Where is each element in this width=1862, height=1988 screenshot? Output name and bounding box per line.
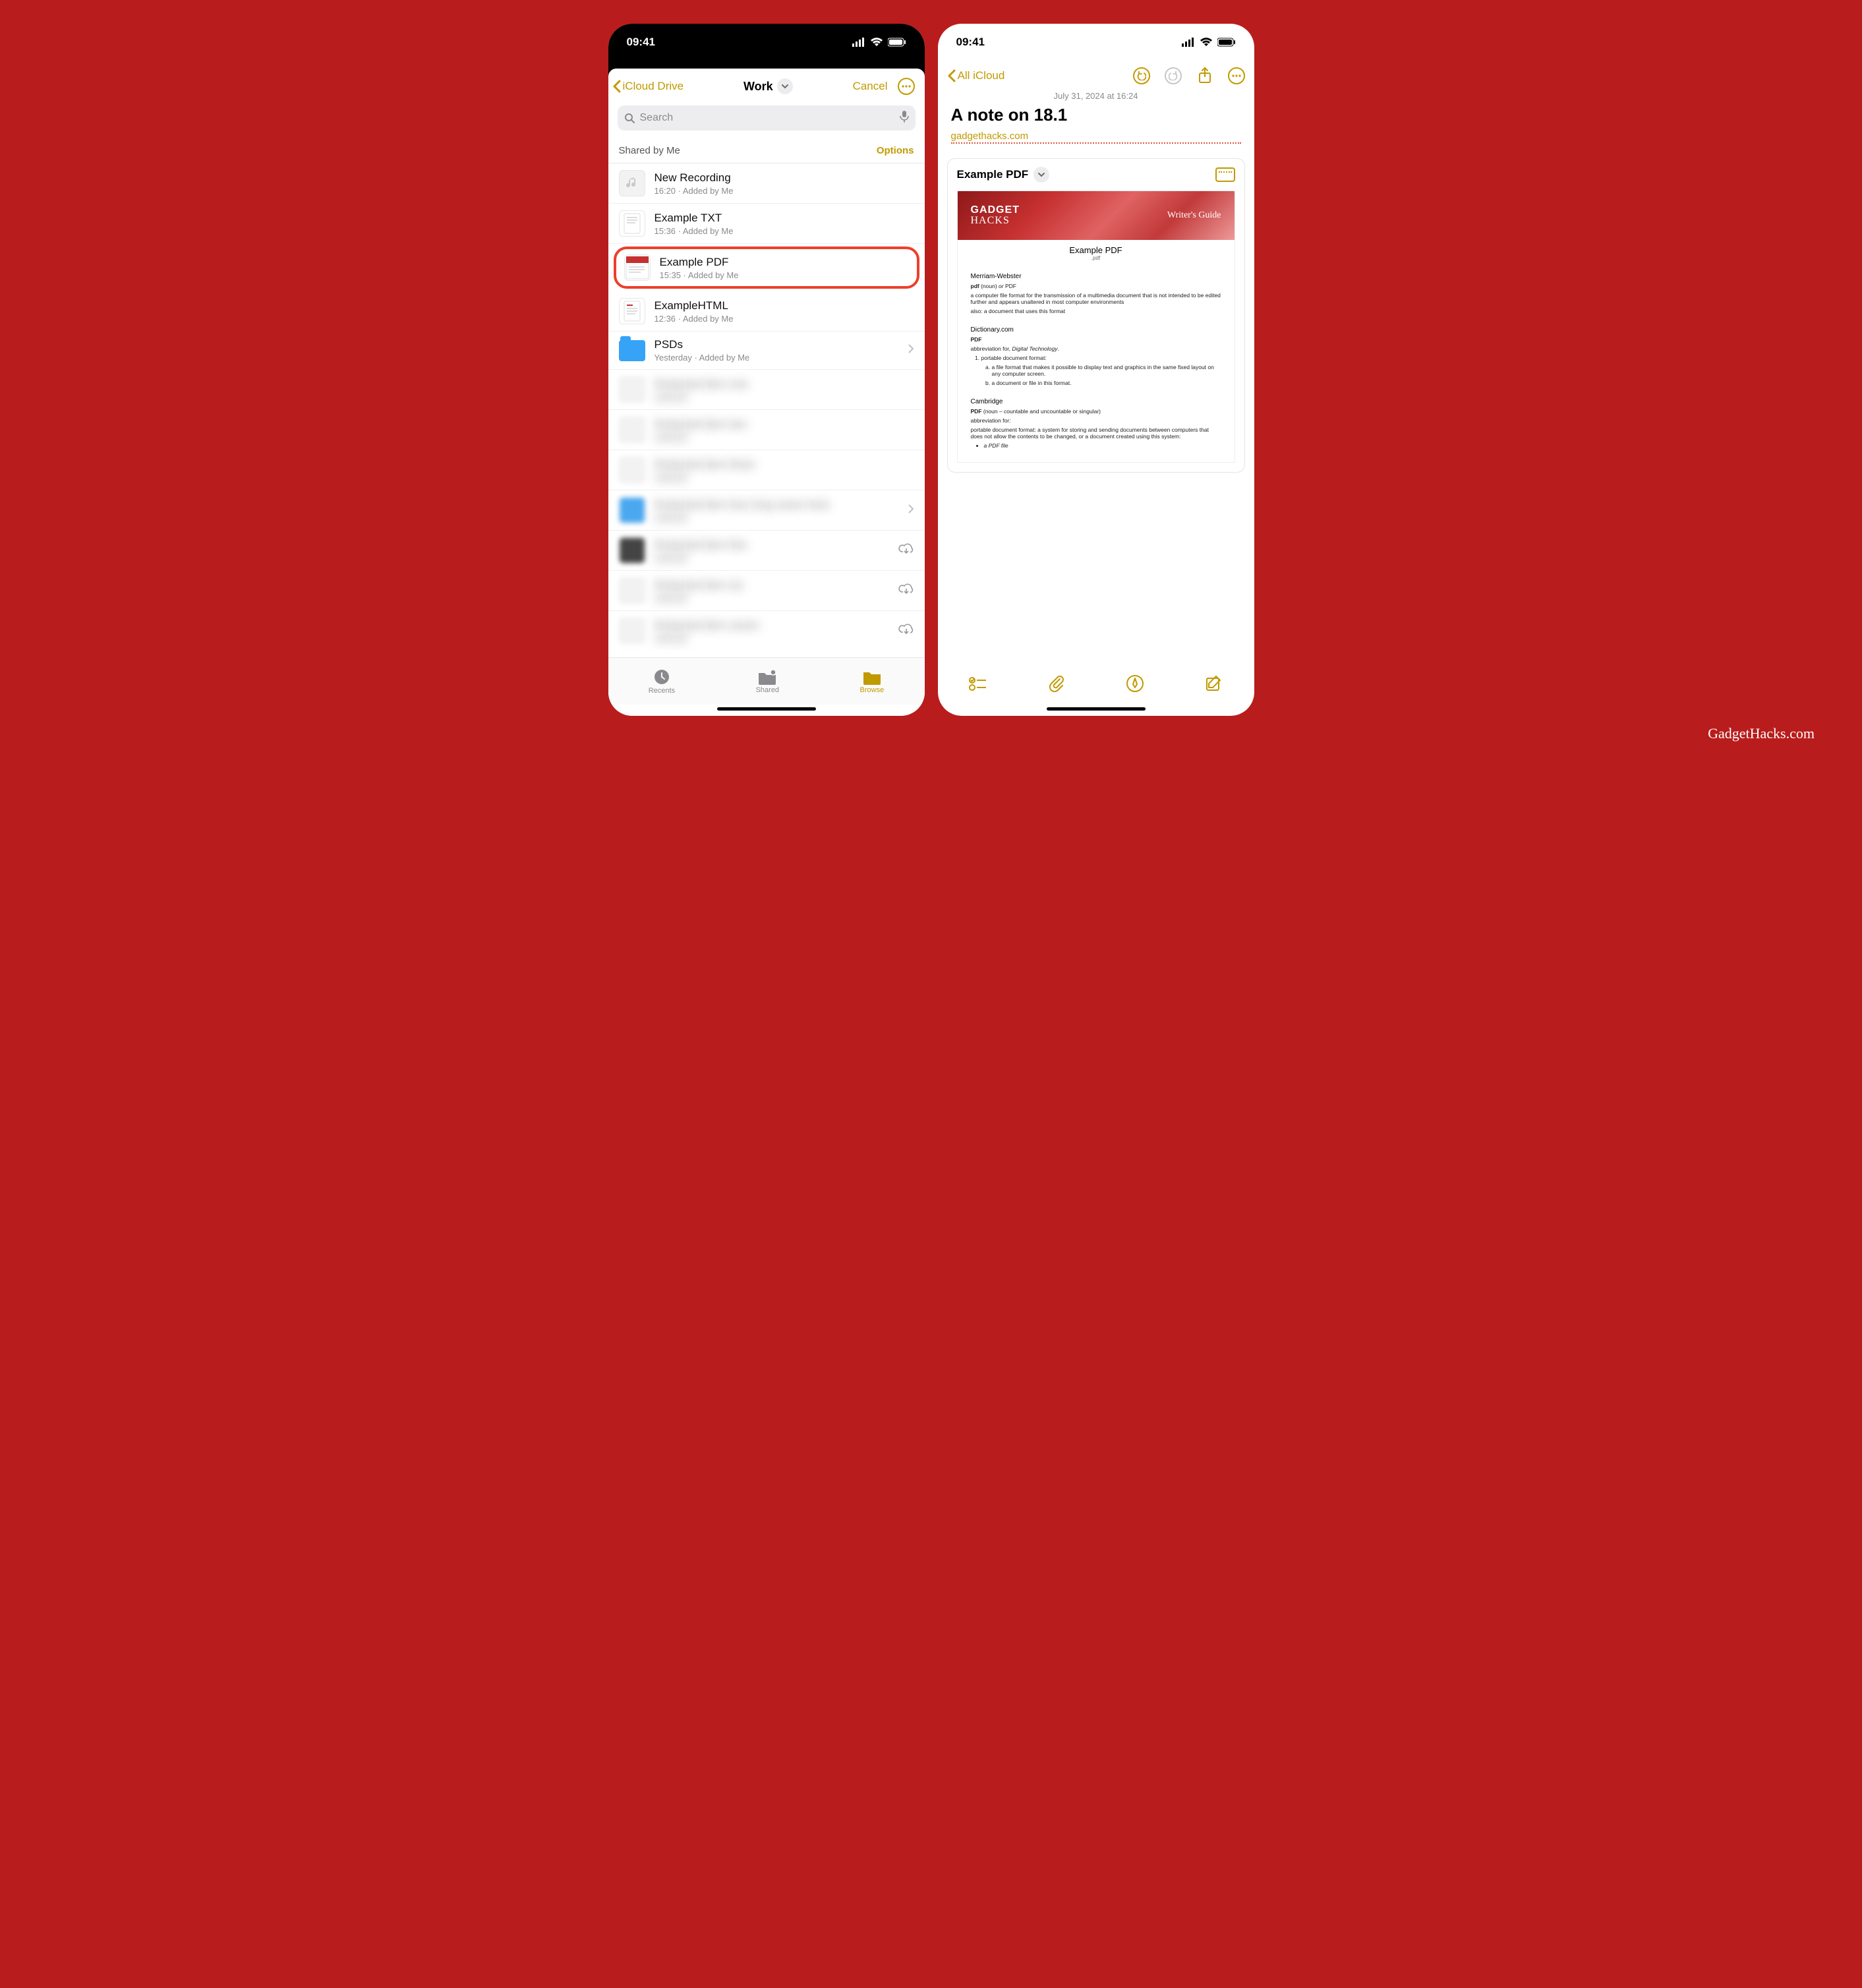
share-button[interactable]: [1196, 67, 1213, 84]
back-label: All iCloud: [958, 69, 1005, 82]
markup-button[interactable]: [1126, 675, 1144, 695]
pdf-preview[interactable]: GADGET HACKS Writer's Guide Example PDF …: [957, 190, 1235, 463]
pdf-doc-title: Example PDF: [971, 245, 1221, 255]
view-mode-icon[interactable]: [1215, 167, 1235, 182]
tab-recents[interactable]: Recents: [649, 668, 675, 695]
cloud-download-icon[interactable]: [898, 623, 914, 639]
file-row-redacted[interactable]: Redacted item tworedacted: [608, 410, 925, 450]
more-button[interactable]: [898, 78, 915, 95]
battery-icon: [888, 38, 906, 47]
audio-file-icon: [619, 170, 645, 196]
shared-folder-icon: [757, 669, 777, 685]
attach-button[interactable]: [1048, 675, 1064, 695]
attachment-card: Example PDF GADGET HACKS Writer's Guide: [947, 158, 1245, 473]
wifi-icon: [1200, 38, 1213, 47]
file-name: Example TXT: [655, 212, 914, 225]
attachment-header[interactable]: Example PDF: [957, 167, 1050, 183]
html-file-icon: [619, 298, 645, 324]
chevron-down-icon[interactable]: [1033, 167, 1049, 183]
attachment-title: Example PDF: [957, 168, 1029, 181]
chevron-right-icon: [908, 343, 914, 357]
options-button[interactable]: Options: [877, 145, 914, 156]
wifi-icon: [870, 38, 883, 47]
statusbar: 09:41: [938, 24, 1254, 61]
statusbar-time: 09:41: [627, 36, 655, 49]
file-row-redacted[interactable]: Redacted item four long name hereredacte…: [608, 490, 925, 531]
cellular-icon: [1182, 38, 1195, 47]
statusbar-time: 09:41: [956, 36, 985, 49]
clock-icon: [653, 668, 670, 686]
file-row[interactable]: Example TXT 15:36 · Added by Me: [608, 204, 925, 244]
note-date: July 31, 2024 at 16:24: [947, 91, 1245, 101]
tab-shared[interactable]: Shared: [756, 669, 779, 694]
folder-icon: [619, 340, 645, 361]
home-indicator[interactable]: [717, 707, 816, 711]
undo-button[interactable]: [1133, 67, 1150, 84]
folder-row[interactable]: PSDs Yesterday · Added by Me: [608, 332, 925, 370]
files-navbar: iCloud Drive Work Cancel: [608, 69, 925, 99]
compose-button[interactable]: [1206, 675, 1223, 695]
folder-subtitle: Yesterday · Added by Me: [655, 353, 898, 363]
home-indicator[interactable]: [1047, 707, 1146, 711]
back-button[interactable]: iCloud Drive: [612, 80, 684, 93]
file-row-redacted[interactable]: Redacted item oneredacted: [608, 370, 925, 410]
search-icon: [624, 113, 635, 123]
folder-title[interactable]: Work: [743, 78, 793, 94]
pdf-file-icon: [624, 254, 651, 281]
search-input[interactable]: Search: [618, 105, 916, 131]
file-row[interactable]: New Recording 16:20 · Added by Me: [608, 163, 925, 204]
watermark: GadgetHacks.com: [1708, 725, 1815, 742]
file-name: New Recording: [655, 171, 914, 185]
more-button[interactable]: [1228, 67, 1245, 84]
statusbar: 09:41: [608, 24, 925, 61]
file-row-redacted[interactable]: Redacted item threeredacted: [608, 450, 925, 490]
file-subtitle: 12:36 · Added by Me: [655, 314, 914, 324]
section-header: Shared by Me Options: [608, 131, 925, 163]
files-tabbar: Recents Shared Browse: [608, 657, 925, 705]
dictation-icon[interactable]: [900, 111, 909, 126]
notes-navbar: All iCloud: [947, 67, 1245, 84]
folder-icon: [862, 669, 882, 685]
file-row-redacted[interactable]: Redacted item sixredacted: [608, 571, 925, 611]
folder-name: PSDs: [655, 338, 898, 351]
cloud-download-icon[interactable]: [898, 542, 914, 559]
checklist-button[interactable]: [969, 676, 986, 694]
file-subtitle: 16:20 · Added by Me: [655, 186, 914, 196]
search-placeholder: Search: [640, 112, 674, 124]
pdf-hero: GADGET HACKS Writer's Guide: [958, 191, 1235, 240]
section-header-label: Shared by Me: [619, 145, 680, 156]
file-name: Example PDF: [660, 256, 909, 269]
notes-toolbar: [938, 665, 1254, 705]
back-label: iCloud Drive: [623, 80, 684, 93]
cellular-icon: [852, 38, 865, 47]
file-row[interactable]: ExampleHTML 12:36 · Added by Me: [608, 291, 925, 332]
note-link[interactable]: gadgethacks.com: [951, 131, 1241, 144]
cloud-download-icon[interactable]: [898, 583, 914, 599]
battery-icon: [1217, 38, 1236, 47]
tab-browse[interactable]: Browse: [860, 669, 885, 694]
back-button[interactable]: All iCloud: [947, 69, 1005, 82]
folder-title-text: Work: [743, 80, 773, 94]
text-file-icon: [619, 210, 645, 237]
note-title[interactable]: A note on 18.1: [938, 101, 1254, 128]
file-row-redacted[interactable]: Redacted item fiveredacted: [608, 531, 925, 571]
phone-left-files: 09:41 iCloud Drive: [608, 24, 925, 716]
file-row-redacted[interactable]: Redacted item sevenredacted: [608, 611, 925, 651]
file-subtitle: 15:35 · Added by Me: [660, 270, 909, 280]
file-subtitle: 15:36 · Added by Me: [655, 226, 914, 236]
phone-right-notes: 09:41 All iCloud: [938, 24, 1254, 716]
file-row-highlighted[interactable]: Example PDF 15:35 · Added by Me: [614, 247, 919, 289]
folder-title-chevron-icon[interactable]: [777, 78, 793, 94]
redo-button: [1165, 67, 1182, 84]
cancel-button[interactable]: Cancel: [853, 80, 888, 93]
chevron-right-icon: [908, 504, 914, 517]
file-name: ExampleHTML: [655, 299, 914, 312]
file-list[interactable]: New Recording 16:20 · Added by Me Exampl…: [608, 163, 925, 657]
